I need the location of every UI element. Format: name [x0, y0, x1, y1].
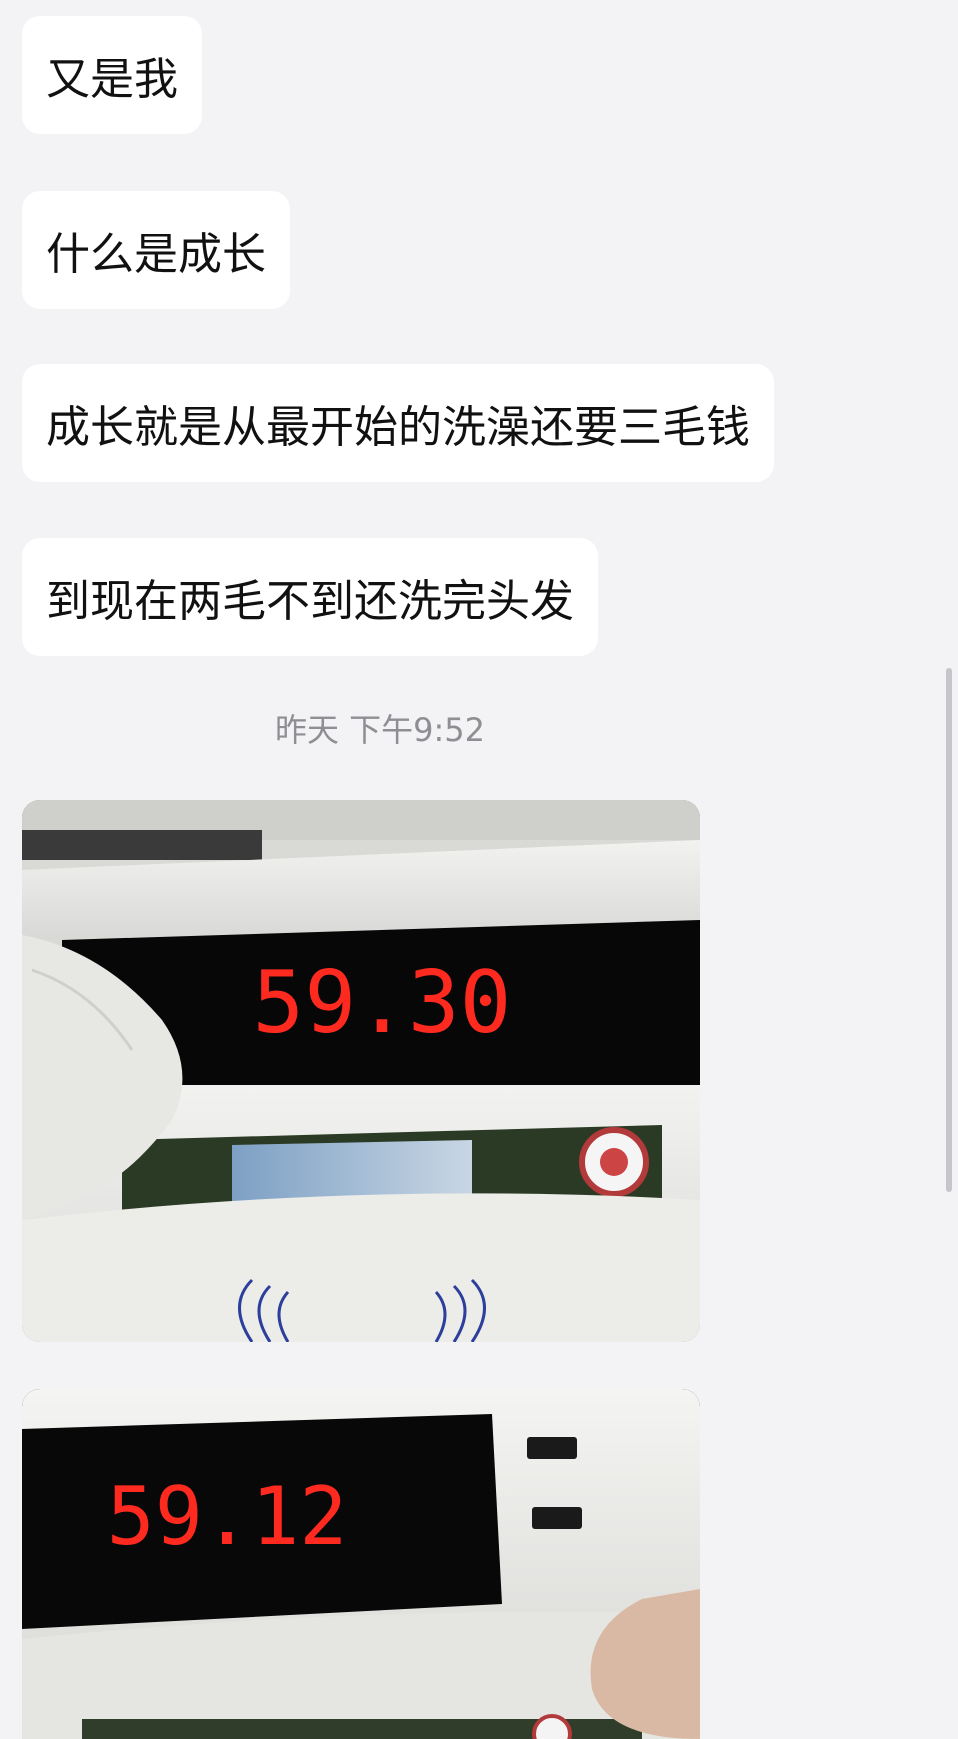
message-text: 又是我 [46, 54, 178, 105]
meter-photo-image: 59.30 [22, 800, 700, 1342]
message-timestamp: 昨天 下午9:52 [274, 711, 486, 749]
meter-reading: 59.12 [107, 1470, 348, 1563]
message-bubble[interactable]: 成长就是从最开始的洗澡还要三毛钱 [22, 364, 774, 482]
message-text: 成长就是从最开始的洗澡还要三毛钱 [46, 402, 750, 453]
photo-message[interactable]: 59.12 [22, 1389, 700, 1739]
meter-photo-image: 59.12 [22, 1389, 700, 1739]
message-bubble[interactable]: 到现在两毛不到还洗完头发 [22, 538, 598, 656]
message-text: 什么是成长 [46, 229, 266, 280]
message-bubble[interactable]: 又是我 [22, 16, 202, 134]
photo-message[interactable]: 59.30 [22, 800, 700, 1342]
meter-reading: 59.30 [253, 953, 512, 1053]
scrollbar[interactable] [946, 668, 952, 1192]
message-bubble[interactable]: 什么是成长 [22, 191, 290, 309]
message-text: 到现在两毛不到还洗完头发 [46, 576, 574, 627]
